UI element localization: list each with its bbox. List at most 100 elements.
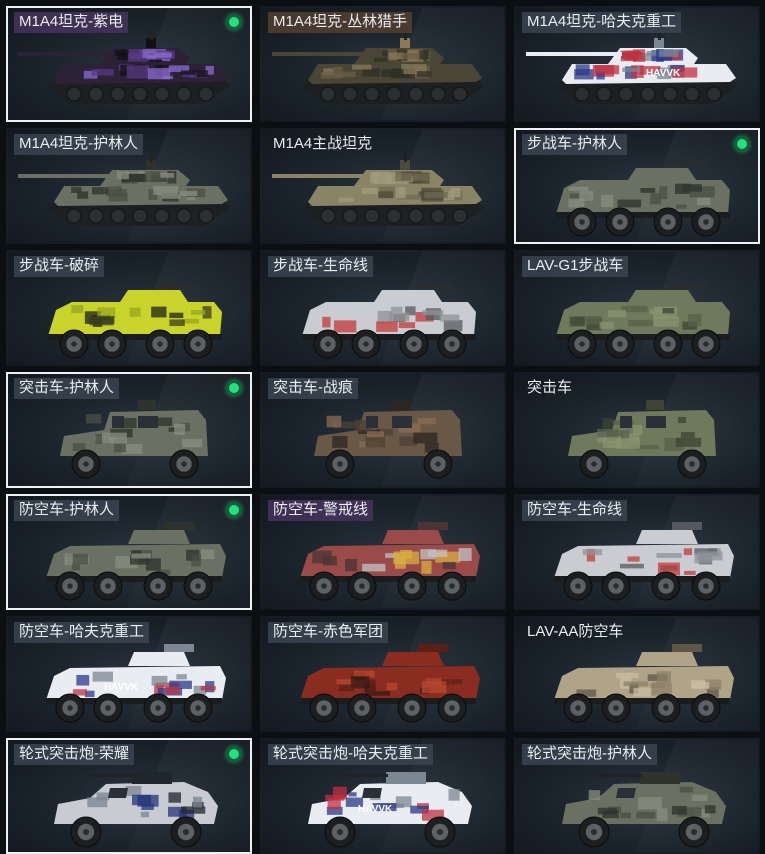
vehicle-skin-card[interactable]: 轮式突击炮-荣耀 xyxy=(6,738,252,854)
camo-patch xyxy=(373,171,396,184)
camo-patch xyxy=(348,792,357,797)
road-wheel xyxy=(452,86,468,102)
wheel-center xyxy=(613,705,619,711)
road-wheel xyxy=(386,86,402,102)
vehicle-skin-card[interactable]: 突击车-战痕 xyxy=(260,372,506,488)
havk-logo-text: HAVVK xyxy=(104,682,139,693)
vehicle-skin-card[interactable]: LAV-AA防空车 xyxy=(514,616,760,732)
wheel-center xyxy=(617,341,623,347)
vehicle-skin-card[interactable]: M1A4主战坦克 xyxy=(260,128,506,244)
aa-radar xyxy=(418,522,448,530)
camo-patch xyxy=(352,64,372,70)
vehicle-skin-card[interactable]: 防空车-哈夫克重工 HAVVK xyxy=(6,616,252,732)
camo-patch xyxy=(680,431,695,438)
vehicle-skin-card[interactable]: 防空车-警戒线 xyxy=(260,494,506,610)
vehicle-skin-card[interactable]: 突击车-护林人 xyxy=(6,372,252,488)
vehicle-skin-card[interactable]: LAV-G1步战车 xyxy=(514,250,760,366)
wheel-center xyxy=(321,705,327,711)
vehicle-skin-name: M1A4坦克-哈夫克重工 xyxy=(522,12,682,33)
aa-shape xyxy=(554,522,734,601)
wheel-center xyxy=(691,829,697,835)
green-dot-icon xyxy=(226,14,242,30)
camo-patch xyxy=(398,322,416,329)
vehicle-skin-name: 轮式突击炮-护林人 xyxy=(522,744,657,765)
road-wheel xyxy=(88,86,104,102)
wheel-center xyxy=(579,341,585,347)
camo-patch xyxy=(688,314,702,327)
wheeled-gun xyxy=(596,774,642,777)
assault-shape xyxy=(60,400,208,479)
ifv-cannon xyxy=(158,284,198,287)
road-wheel xyxy=(640,86,656,102)
green-dot-icon xyxy=(226,746,242,762)
tank-antenna xyxy=(150,30,153,40)
road-wheel xyxy=(574,86,590,102)
vehicle-skin-name: M1A4坦克-护林人 xyxy=(14,134,144,155)
wheel-center xyxy=(105,705,111,711)
vehicle-skin-card[interactable]: 防空车-赤色军团 xyxy=(260,616,506,732)
road-wheel xyxy=(364,86,380,102)
camo-patch xyxy=(116,171,129,180)
road-wheel xyxy=(386,208,402,224)
wheel-center xyxy=(449,705,455,711)
vehicle-skin-card[interactable]: 防空车-护林人 xyxy=(6,494,252,610)
assault-window xyxy=(112,416,124,428)
camo-patch xyxy=(68,788,82,795)
camo-patch xyxy=(599,321,615,329)
wheel-center xyxy=(363,341,369,347)
camo-patch xyxy=(176,674,187,680)
road-wheel xyxy=(154,86,170,102)
vehicle-skin-card[interactable]: M1A4坦克-丛林猎手 xyxy=(260,6,506,122)
road-wheel xyxy=(364,208,380,224)
camo-patch xyxy=(671,805,687,815)
camo-patch xyxy=(400,549,412,559)
road-wheel xyxy=(198,86,214,102)
wheel-center xyxy=(71,341,77,347)
camo-patch xyxy=(334,320,357,333)
camo-patch xyxy=(367,431,385,438)
road-wheel xyxy=(132,86,148,102)
camo-patch xyxy=(92,187,110,195)
vehicle-skin-card[interactable]: M1A4坦克-紫电 xyxy=(6,6,252,122)
camo-patch xyxy=(102,432,127,444)
camo-patch xyxy=(422,310,444,316)
wheel-center xyxy=(703,219,709,225)
ifv-cannon xyxy=(412,284,452,287)
camo-patch xyxy=(442,561,456,570)
vehicle-skin-card[interactable]: 轮式突击炮-护林人 xyxy=(514,738,760,854)
assault-turret xyxy=(138,400,156,410)
wheeled-turret xyxy=(386,772,426,784)
camo-patch xyxy=(182,438,203,448)
camo-patch xyxy=(615,438,641,449)
vehicle-skin-name: M1A4坦克-丛林猎手 xyxy=(268,12,413,33)
vehicle-skin-card[interactable]: 步战车-破碎 xyxy=(6,250,252,366)
camo-patch xyxy=(569,316,585,327)
vehicle-skin-card[interactable]: M1A4坦克-哈夫克重工 HAVVK xyxy=(514,6,760,122)
vehicle-skin-card[interactable]: 防空车-生命线 xyxy=(514,494,760,610)
vehicle-skin-name: 突击车-护林人 xyxy=(14,378,119,399)
tank-gun-barrel xyxy=(272,174,368,178)
vehicle-skin-name: 突击车 xyxy=(527,379,573,396)
vehicle-skin-card[interactable]: 轮式突击炮-哈夫克重工 HAVVK xyxy=(260,738,506,854)
camo-patch xyxy=(125,786,142,796)
vehicle-skin-card[interactable]: 步战车-护林人 xyxy=(514,128,760,244)
camo-patch xyxy=(424,191,448,199)
tank-gun-barrel xyxy=(526,52,622,56)
wheel-center xyxy=(613,583,619,589)
aa-turret xyxy=(636,530,698,544)
camo-patch xyxy=(419,50,429,60)
camo-patch xyxy=(694,552,713,564)
camo-patch xyxy=(692,681,710,689)
wheeled-window xyxy=(616,788,636,798)
vehicle-skin-card[interactable]: M1A4坦克-护林人 xyxy=(6,128,252,244)
camo-patch xyxy=(661,56,672,61)
camo-patch xyxy=(180,190,198,197)
camo-patch xyxy=(704,805,716,814)
camo-patch xyxy=(126,65,150,79)
aa-radar xyxy=(164,522,194,530)
vehicle-skin-card[interactable]: 突击车 xyxy=(514,372,760,488)
road-wheel xyxy=(408,208,424,224)
vehicle-skin-card[interactable]: 步战车-生命线 xyxy=(260,250,506,366)
wheel-center xyxy=(337,829,343,835)
assault-shape xyxy=(568,400,716,479)
